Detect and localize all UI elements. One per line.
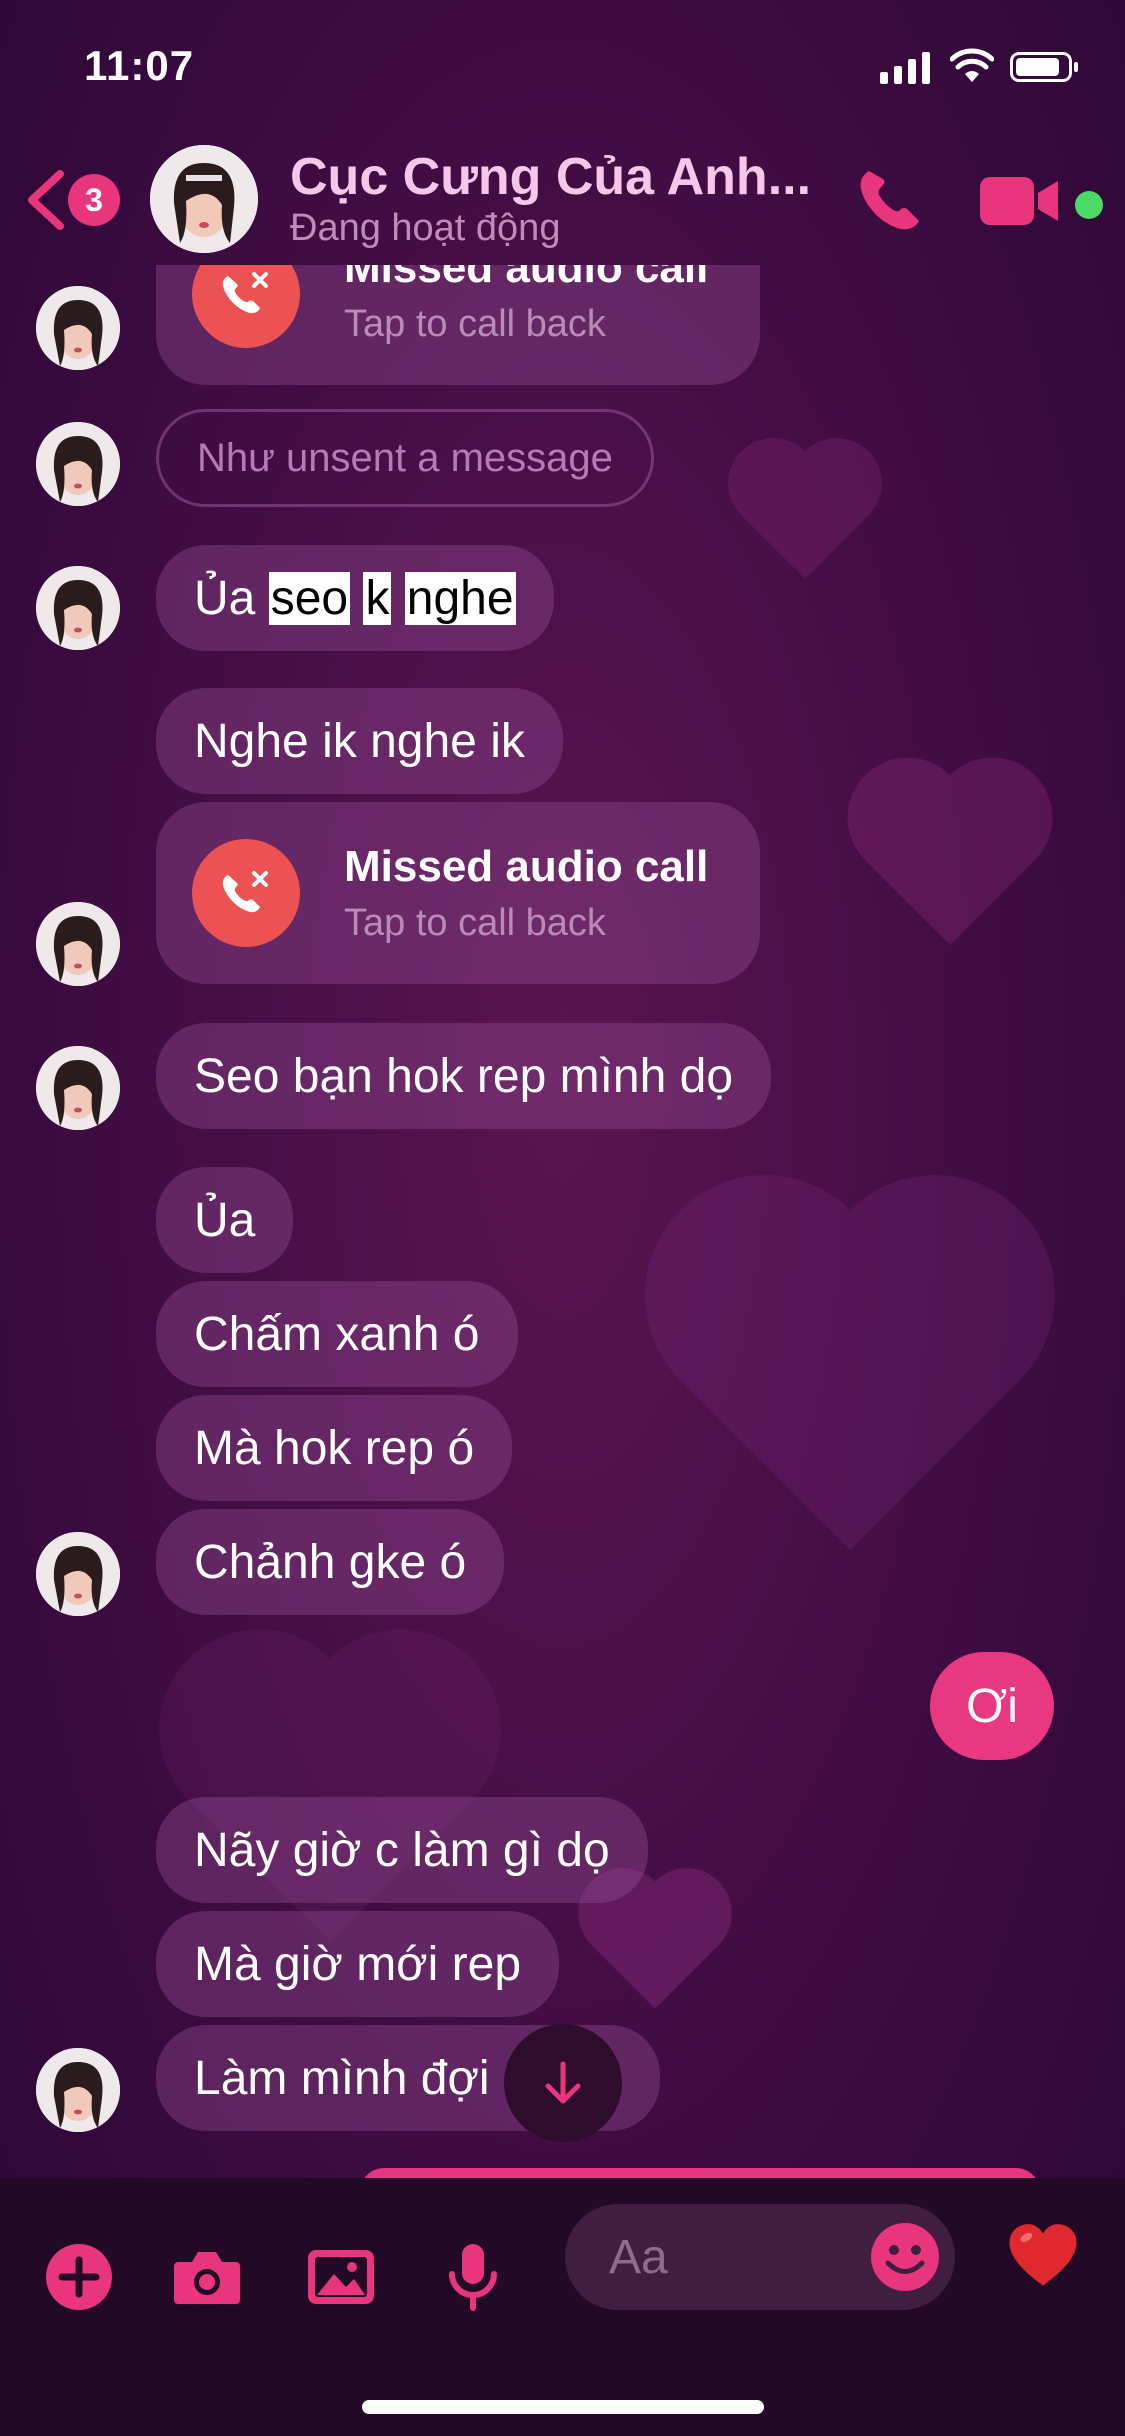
contact-avatar[interactable] bbox=[150, 145, 258, 253]
camera-icon[interactable] bbox=[170, 2240, 244, 2314]
avatar[interactable] bbox=[36, 2048, 120, 2132]
video-camera-icon[interactable] bbox=[980, 175, 1060, 227]
message-bubble[interactable]: Chấm xanh ó bbox=[156, 1281, 518, 1387]
message-bubble[interactable]: Ủa bbox=[156, 1167, 294, 1273]
plus-icon[interactable] bbox=[42, 2240, 116, 2314]
heart-decoration bbox=[680, 1210, 1020, 1550]
chevron-left-icon[interactable] bbox=[22, 168, 70, 232]
arrow-down-icon bbox=[545, 2061, 581, 2104]
avatar[interactable] bbox=[36, 1046, 120, 1130]
avatar[interactable] bbox=[36, 422, 120, 506]
message-bubble[interactable]: Nãy giờ c làm gì dọ bbox=[156, 1797, 648, 1903]
message-word: nghe bbox=[404, 571, 516, 625]
signal-icon bbox=[880, 52, 930, 84]
unsent-message-notice: Như unsent a message bbox=[156, 409, 654, 507]
unread-badge: 3 bbox=[68, 174, 120, 226]
outgoing-message-bubble[interactable]: Ơi bbox=[930, 1652, 1054, 1760]
message-word: k bbox=[363, 571, 392, 625]
home-indicator bbox=[362, 2400, 764, 2414]
missed-call-title: Missed audio call bbox=[344, 265, 709, 292]
heart-icon[interactable] bbox=[1006, 2218, 1080, 2292]
avatar[interactable] bbox=[36, 286, 120, 370]
microphone-icon[interactable] bbox=[436, 2240, 510, 2314]
missed-call-icon bbox=[192, 839, 300, 947]
heart-decoration bbox=[865, 775, 1035, 945]
message-text: Làm mình đợi bbox=[194, 2051, 490, 2105]
message-bubble[interactable]: Mà giờ mới rep bbox=[156, 1911, 560, 2017]
message-word: seo bbox=[268, 571, 351, 625]
wifi-icon bbox=[950, 48, 994, 82]
message-bubble[interactable]: Nghe ik nghe ik bbox=[156, 688, 563, 794]
missed-call-subtitle: Tap to call back bbox=[344, 302, 606, 345]
contact-status: Đang hoạt động bbox=[290, 207, 561, 249]
message-word: Ủa bbox=[194, 571, 256, 625]
missed-call-bubble[interactable]: Missed audio call Tap to call back bbox=[156, 265, 760, 385]
avatar[interactable] bbox=[36, 566, 120, 650]
missed-call-subtitle: Tap to call back bbox=[344, 901, 606, 944]
chat-header: 3 Cục Cưng Của Anh... Đang hoạt động bbox=[0, 135, 1125, 265]
missed-call-icon bbox=[192, 265, 300, 348]
missed-call-title: Missed audio call bbox=[344, 841, 709, 891]
missed-call-bubble[interactable]: Missed audio call Tap to call back bbox=[156, 802, 760, 984]
message-bubble[interactable]: Mà hok rep ó bbox=[156, 1395, 513, 1501]
status-bar: 11:07 bbox=[0, 0, 1125, 135]
message-text: Ủa seo k nghe bbox=[194, 571, 516, 626]
scroll-to-bottom-button[interactable] bbox=[504, 2024, 622, 2142]
smiley-icon[interactable] bbox=[868, 2220, 942, 2294]
heart-decoration bbox=[741, 451, 869, 579]
message-composer: Aa bbox=[0, 2178, 1125, 2436]
message-bubble[interactable]: Chảnh gke ó bbox=[156, 1509, 505, 1615]
avatar[interactable] bbox=[36, 1532, 120, 1616]
phone-icon[interactable] bbox=[855, 165, 925, 235]
avatar[interactable] bbox=[36, 902, 120, 986]
message-bubble[interactable]: Seo bạn hok rep mình dọ bbox=[156, 1023, 772, 1129]
contact-name[interactable]: Cục Cưng Của Anh... bbox=[290, 147, 811, 207]
status-time: 11:07 bbox=[84, 42, 195, 89]
battery-icon bbox=[1010, 52, 1078, 82]
active-status-dot bbox=[1075, 191, 1103, 219]
message-bubble[interactable]: Ủa seo k nghe bbox=[156, 545, 554, 651]
image-icon[interactable] bbox=[304, 2240, 378, 2314]
